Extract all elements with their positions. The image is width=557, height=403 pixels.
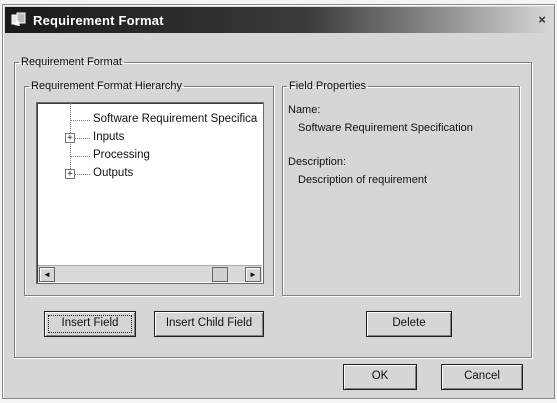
field-properties-legend: Field Properties <box>289 80 367 92</box>
name-value: Software Requirement Specification <box>298 122 473 134</box>
tree-connector <box>70 120 90 121</box>
scroll-thumb[interactable] <box>212 267 228 282</box>
insert-child-field-button[interactable]: Insert Child Field <box>154 311 264 337</box>
tree-connector <box>70 156 90 157</box>
tree-item[interactable]: Processing <box>93 149 150 161</box>
name-label: Name: <box>288 104 321 116</box>
tree-expand-icon[interactable]: + <box>65 133 75 143</box>
description-label: Description: <box>288 156 347 168</box>
delete-button[interactable]: Delete <box>366 311 452 337</box>
app-icon <box>11 12 26 26</box>
title-bar[interactable]: Requirement Format × <box>5 7 552 33</box>
insert-field-button[interactable]: Insert Field <box>44 311 136 337</box>
scroll-right-icon[interactable]: ► <box>245 267 261 282</box>
requirement-format-legend: Requirement Format <box>21 56 122 68</box>
tree-item[interactable]: Inputs <box>93 131 124 143</box>
horizontal-scrollbar[interactable]: ◄ ► <box>38 265 262 282</box>
hierarchy-tree[interactable]: Software Requirement Specifica + Inputs … <box>36 102 264 284</box>
tree-expand-icon[interactable]: + <box>65 169 75 179</box>
description-value: Description of requirement <box>298 174 428 186</box>
close-icon[interactable]: × <box>534 12 550 28</box>
hierarchy-legend: Requirement Format Hierarchy <box>31 80 182 92</box>
scroll-left-icon[interactable]: ◄ <box>39 267 55 282</box>
ok-button[interactable]: OK <box>343 364 417 390</box>
tree-item[interactable]: Software Requirement Specifica <box>93 113 257 125</box>
window-title: Requirement Format <box>33 13 164 28</box>
cancel-button[interactable]: Cancel <box>441 364 523 390</box>
tree-item[interactable]: Outputs <box>93 167 133 179</box>
